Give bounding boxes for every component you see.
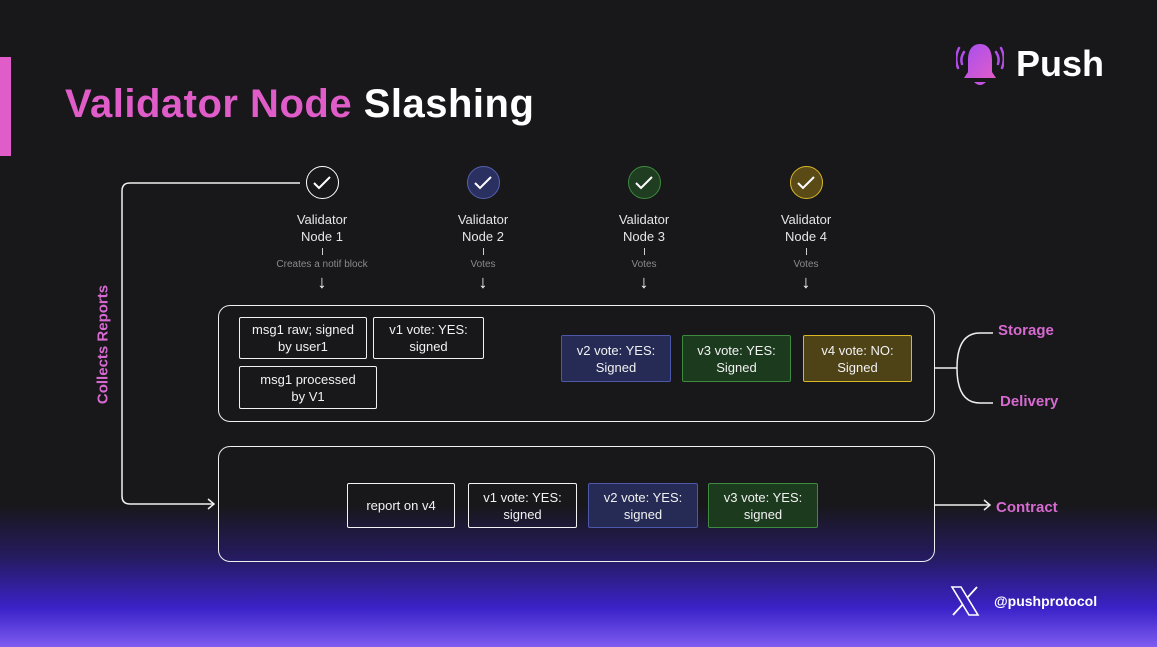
- report-item-v1-vote: v1 vote: YES: signed: [468, 483, 577, 528]
- collects-reports-label: Collects Reports: [94, 284, 112, 405]
- node-tick: [482, 248, 484, 255]
- delivery-label: Delivery: [1000, 393, 1059, 410]
- storage-label: Storage: [998, 322, 1054, 339]
- block-item-msg1-processed: msg1 processed by V1: [239, 366, 377, 409]
- block-item-v2-vote: v2 vote: YES: Signed: [561, 335, 671, 382]
- validator-node-2: Validator Node 2 Votes ↓: [418, 166, 548, 291]
- block-item-v1-vote: v1 vote: YES: signed: [373, 317, 484, 359]
- node-tick: [321, 248, 323, 255]
- down-arrow-icon: ↓: [801, 272, 811, 292]
- fork-branches: [956, 332, 993, 404]
- block-panel: msg1 raw; signed by user1 v1 vote: YES: si…: [218, 305, 935, 422]
- validator-node-4: Validator Node 4 Votes ↓: [741, 166, 871, 291]
- node-label: Validator Node 1: [296, 212, 348, 244]
- node-label: Validator Node 2: [457, 212, 509, 244]
- down-arrow-icon: ↓: [478, 272, 488, 292]
- node-action: Creates a notif block: [276, 259, 368, 270]
- node-action: Votes: [470, 259, 496, 270]
- report-item-v2-vote: v2 vote: YES: signed: [588, 483, 698, 528]
- social-handle: @pushprotocol: [950, 586, 1097, 616]
- block-item-msg1-raw: msg1 raw; signed by user1: [239, 317, 367, 359]
- report-item-report-on-v4: report on v4: [347, 483, 455, 528]
- block-item-v4-vote: v4 vote: NO: Signed: [803, 335, 912, 382]
- node-action: Votes: [631, 259, 657, 270]
- down-arrow-icon: ↓: [317, 272, 327, 292]
- check-circle-icon: [466, 166, 500, 199]
- check-circle-icon: [789, 166, 823, 199]
- validator-node-3: Validator Node 3 Votes ↓: [579, 166, 709, 291]
- block-item-v3-vote: v3 vote: YES: Signed: [682, 335, 791, 382]
- report-panel: report on v4 v1 vote: YES: signed v2 vote…: [218, 446, 935, 562]
- node-label: Validator Node 4: [780, 212, 832, 244]
- report-item-v3-vote: v3 vote: YES: signed: [708, 483, 818, 528]
- validator-node-1: Validator Node 1 Creates a notif block ↓: [257, 166, 387, 291]
- node-tick: [805, 248, 807, 255]
- down-arrow-icon: ↓: [639, 272, 649, 292]
- check-circle-icon: [305, 166, 339, 199]
- check-circle-icon: [627, 166, 661, 199]
- node-label: Validator Node 3: [618, 212, 670, 244]
- node-action: Votes: [793, 259, 819, 270]
- social-handle-text[interactable]: @pushprotocol: [994, 593, 1097, 609]
- node-tick: [643, 248, 645, 255]
- contract-label: Contract: [996, 499, 1058, 516]
- x-logo-icon: [950, 586, 980, 616]
